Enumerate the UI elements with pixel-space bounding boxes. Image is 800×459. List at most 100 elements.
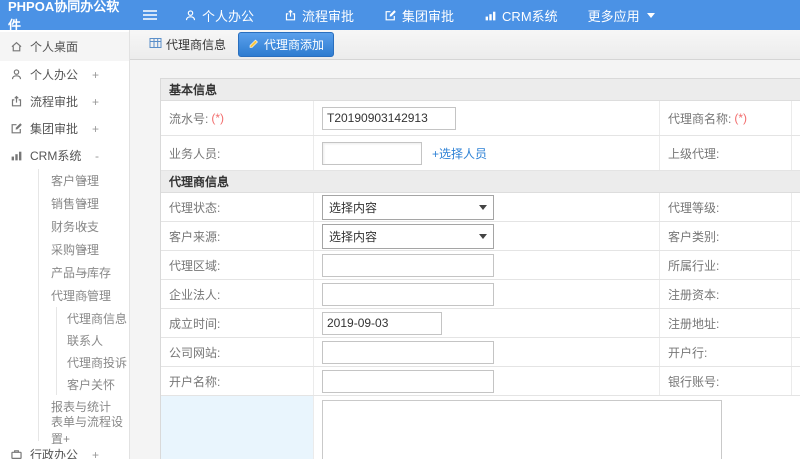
tab-label: 代理商信息 [166,38,227,52]
menu-label: CRM系统 [502,8,558,24]
expand-toggle[interactable]: + [81,266,88,280]
sidebar-item-label: 财务收支 [51,220,100,234]
menu-more-apps[interactable]: 更多应用 [588,6,655,25]
sidebar-item-label: 客户管理 [51,174,100,188]
header-menu: 个人办公 流程审批 集团审批 CRM系统 更多应用 [184,6,655,25]
briefcase-icon [10,448,23,459]
staff-cell: +选择人员 [313,136,659,170]
menu-label: 更多应用 [587,8,640,24]
expand-toggle[interactable]: + [81,174,88,188]
expand-toggle[interactable]: + [92,68,99,82]
upload-icon [10,95,23,108]
website-cell [313,338,659,366]
menu-label: 集团审批 [402,8,455,24]
upload-icon [284,9,297,22]
registered-address-label: 注册地址: [659,309,791,337]
menu-crm-system[interactable]: CRM系统 [484,6,558,25]
sidebar-item-sales-mgmt[interactable]: 销售管理 + [39,192,129,215]
tab-agent-info[interactable]: 代理商信息 [143,33,232,56]
founded-date-input[interactable] [322,311,442,335]
website-input[interactable] [322,340,494,364]
sidebar-item-purchase-mgmt[interactable]: 采购管理 + [39,238,129,261]
expand-toggle[interactable]: + [92,448,99,459]
menu-workflow-approval[interactable]: 流程审批 [284,6,354,25]
tab-label: 代理商添加 [264,38,325,52]
customer-source-select[interactable]: 选择内容 [322,223,494,249]
sidebar-item-label: 客户关怀 [67,377,116,392]
registered-capital-cell [791,280,800,308]
sidebar-item-form-flow-settings[interactable]: 表单与流程设置+ [39,415,129,446]
chart-icon [484,9,497,22]
collapse-toggle[interactable]: - [84,289,88,303]
sidebar-item-customer-mgmt[interactable]: 客户管理 + [39,169,129,192]
pick-staff-link[interactable]: +选择人员 [432,145,487,162]
expand-toggle[interactable]: + [81,197,88,211]
agent-region-cell [313,251,659,279]
agent-status-select[interactable]: 选择内容 [322,194,494,220]
agent-region-input[interactable] [322,253,494,277]
description-label: 详细描述: [161,396,313,459]
collapse-toggle[interactable]: - [95,149,99,163]
description-textarea[interactable] [322,400,722,459]
serial-input[interactable] [322,106,456,130]
sidebar-item-workflow-approval[interactable]: 流程审批 + [0,88,129,115]
serial-label: 流水号: (*) [169,111,225,126]
main-area: 代理商信息 代理商添加 基本信息 流水号: (*) T2019090314291… [130,30,800,459]
app-header: PHPOA协同办公软件 个人办公 流程审批 集团审批 CRM系统 更多应用 [0,0,800,33]
sidebar-item-label: 代理商管理 [51,289,112,303]
industry-cell [791,251,800,279]
bank-account-cell [791,367,800,395]
menu-label: 流程审批 [302,8,355,24]
form-row-serial: 流水号:(*) 代理商名称:(*) [161,101,800,136]
tab-agent-add[interactable]: 代理商添加 [238,32,335,57]
parent-agent-label: 上级代理: [659,136,791,170]
expand-toggle[interactable]: + [92,122,99,136]
edit-icon [384,9,397,22]
hamburger-menu-icon[interactable] [130,9,170,21]
menu-personal-office[interactable]: 个人办公 [184,6,254,25]
expand-toggle[interactable]: + [92,95,99,109]
account-name-input[interactable] [322,369,494,393]
sidebar-item-label: 行政办公 [30,448,79,459]
sidebar-item-personal-office[interactable]: 个人办公 + [0,61,129,88]
description-cell [313,396,800,459]
legal-person-label: 企业法人: [169,287,221,302]
staff-input[interactable] [322,141,422,165]
bank-label: 开户行: [659,338,791,366]
sidebar-item-agent-mgmt[interactable]: 代理商管理 - [39,284,129,307]
form-row-legal-person: 企业法人: 注册资本: [161,280,800,309]
bank-cell [791,338,800,366]
founded-date-cell [313,309,659,337]
person-icon [10,68,23,81]
customer-category-cell [791,222,800,250]
expand-toggle[interactable]: + [81,243,88,257]
sidebar-item-admin-office[interactable]: 行政办公 + [0,441,129,459]
menu-group-approval[interactable]: 集团审批 [384,6,454,25]
agent-status-label: 代理状态: [169,200,221,215]
sidebar-item-crm[interactable]: CRM系统 - [0,142,129,169]
sidebar-item-customer-care[interactable]: 客户关怀 [57,373,129,395]
sidebar-item-product-inventory[interactable]: 产品与库存 + [39,261,129,284]
sidebar-item-contacts[interactable]: 联系人 [57,329,129,351]
sidebar-item-label: 采购管理 [51,243,100,257]
serial-cell [313,101,659,135]
sidebar-item-label: 个人桌面 [30,40,79,54]
sidebar-item-desktop[interactable]: 个人桌面 [0,32,129,61]
section-basic-info: 基本信息 [161,79,800,101]
sidebar-item-agent-info[interactable]: 代理商信息 [57,307,129,329]
sidebar-item-label: 代理商信息 [67,311,128,326]
sidebar-item-group-approval[interactable]: 集团审批 + [0,115,129,142]
customer-category-label: 客户类别: [659,222,791,250]
sidebar-item-finance[interactable]: 财务收支 + [39,215,129,238]
form-row-customer-source: 客户来源: 选择内容 客户类别: [161,222,800,251]
form-row-agent-status: 代理状态: 选择内容 代理等级: [161,193,800,222]
expand-toggle[interactable]: + [81,220,88,234]
website-label: 公司网站: [169,345,221,360]
founded-date-label: 成立时间: [169,316,221,331]
legal-person-input[interactable] [322,282,494,306]
crm-submenu: 客户管理 + 销售管理 + 财务收支 + 采购管理 + 产品与库存 + 代理商管… [38,169,129,446]
sidebar-item-agent-complaints[interactable]: 代理商投诉 [57,351,129,373]
agent-status-cell: 选择内容 [313,193,659,221]
form-row-description: 详细描述: [161,396,800,459]
sidebar-item-label: CRM系统 [30,149,82,163]
